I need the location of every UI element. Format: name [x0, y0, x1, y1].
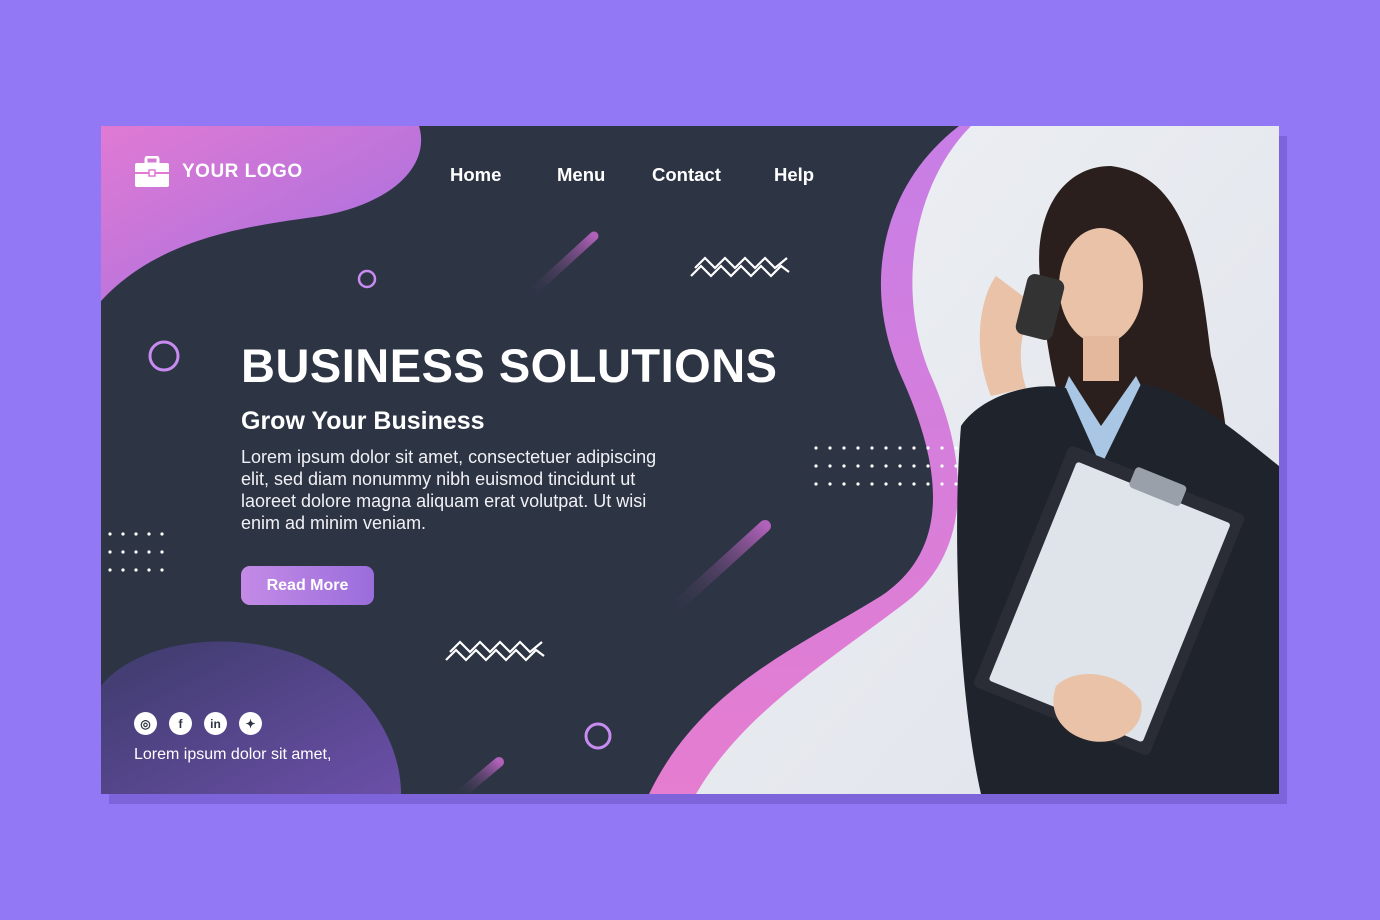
deco-bar-2	[660, 520, 771, 622]
hero-body: Lorem ipsum dolor sit amet, consectetuer…	[241, 447, 657, 533]
decor-dot	[884, 482, 888, 486]
twitter-icon[interactable]: ✦	[239, 712, 262, 735]
decor-dot	[954, 464, 958, 468]
decor-dot	[884, 464, 888, 468]
decor-dot	[968, 464, 972, 468]
decor-dot	[968, 482, 972, 486]
decor-dot	[842, 482, 846, 486]
decor-dot	[940, 446, 944, 450]
decor-dot	[940, 482, 944, 486]
decor-dot	[912, 464, 916, 468]
decor-dot	[814, 464, 818, 468]
hero-subtitle: Grow Your Business	[241, 407, 485, 435]
decor-dot	[870, 464, 874, 468]
logo-text: YOUR LOGO	[182, 161, 303, 182]
decor-dot	[842, 464, 846, 468]
dot-grid-left	[108, 532, 164, 572]
nav-menu[interactable]: Menu	[557, 164, 605, 186]
decor-dot	[814, 446, 818, 450]
decor-dot	[912, 446, 916, 450]
decor-dot	[968, 446, 972, 450]
read-more-button[interactable]: Read More	[241, 566, 374, 605]
briefcase-icon	[135, 156, 169, 187]
nav-help[interactable]: Help	[774, 164, 814, 186]
decor-dot	[954, 482, 958, 486]
decor-dot	[912, 482, 916, 486]
decor-dot	[926, 464, 930, 468]
decor-dot	[982, 446, 986, 450]
decor-dot	[814, 482, 818, 486]
decor-dot	[856, 446, 860, 450]
facebook-icon[interactable]: f	[169, 712, 192, 735]
social-links: ◎ f in ✦	[134, 712, 262, 735]
decor-dot	[996, 446, 1000, 450]
decor-dot	[898, 446, 902, 450]
decor-dot	[926, 446, 930, 450]
decor-dot	[996, 464, 1000, 468]
decor-dot	[870, 446, 874, 450]
nav-contact[interactable]: Contact	[652, 164, 721, 186]
decor-dot	[982, 464, 986, 468]
deco-circle-3	[584, 722, 612, 750]
decor-dot	[884, 446, 888, 450]
hero-title: BUSINESS SOLUTIONS	[241, 339, 778, 392]
decor-dot	[926, 482, 930, 486]
decor-dot	[982, 482, 986, 486]
decor-dot	[898, 464, 902, 468]
deco-circle-1	[357, 269, 377, 289]
deco-circle-2	[148, 340, 180, 372]
decor-dot	[996, 482, 1000, 486]
nav-home[interactable]: Home	[450, 164, 501, 186]
decor-dot	[856, 482, 860, 486]
decor-dot	[842, 446, 846, 450]
instagram-icon[interactable]: ◎	[134, 712, 157, 735]
decor-dot	[828, 464, 832, 468]
decor-dot	[940, 464, 944, 468]
decor-dot	[898, 482, 902, 486]
footer-text: Lorem ipsum dolor sit amet,	[134, 746, 332, 763]
linkedin-icon[interactable]: in	[204, 712, 227, 735]
landing-card: YOUR LOGO Home Menu Contact Help BUSINES…	[101, 126, 1279, 794]
deco-bar-1	[521, 231, 599, 303]
decor-dot	[954, 446, 958, 450]
decor-dot	[856, 464, 860, 468]
logo[interactable]: YOUR LOGO	[134, 156, 303, 188]
decor-dot	[828, 482, 832, 486]
decor-dot	[828, 446, 832, 450]
decor-dot	[870, 482, 874, 486]
deco-bar-3	[452, 757, 504, 794]
